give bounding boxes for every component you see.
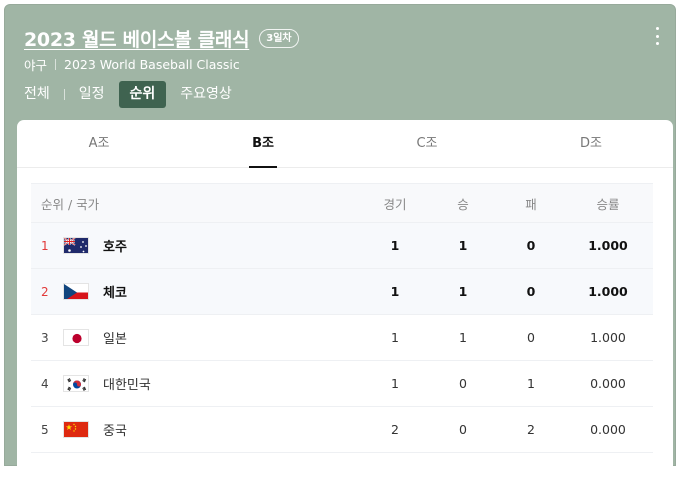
rank: 1 bbox=[41, 238, 49, 253]
rate-value: 1.000 bbox=[590, 330, 626, 345]
header-losses: 패 bbox=[525, 196, 537, 212]
subtitle: 야구 2023 World Baseball Classic bbox=[24, 55, 240, 74]
games-value: 1 bbox=[390, 284, 400, 299]
games-value: 1 bbox=[391, 376, 399, 391]
team-name: 중국 bbox=[103, 424, 127, 439]
losses-value: 1 bbox=[527, 376, 535, 391]
rank: 5 bbox=[41, 422, 49, 437]
table-row[interactable]: 2 체코 1 1 0 1.000 bbox=[31, 269, 653, 315]
losses-value: 0 bbox=[527, 330, 535, 345]
header-wins: 승 bbox=[457, 196, 469, 212]
wins-value: 1 bbox=[459, 330, 467, 345]
losses-value: 0 bbox=[526, 284, 536, 299]
table-row[interactable]: 4 대한민국 1 0 1 0.000 bbox=[31, 361, 653, 407]
page-title[interactable]: 2023 월드 베이스볼 클래식 bbox=[24, 25, 250, 52]
tab-group-b[interactable]: B조 bbox=[181, 120, 345, 168]
rate-value: 0.000 bbox=[590, 376, 626, 391]
team-name: 대한민국 bbox=[103, 378, 151, 393]
losses-value: 2 bbox=[527, 422, 535, 437]
nav-highlights[interactable]: 주요영상 bbox=[180, 81, 232, 108]
rate-value: 1.000 bbox=[588, 238, 628, 253]
table-row[interactable]: 1 호주 1 1 0 1.000 bbox=[31, 223, 653, 269]
czech-flag-icon bbox=[63, 283, 89, 300]
australia-flag-icon bbox=[63, 237, 89, 254]
games-value: 2 bbox=[391, 422, 399, 437]
table-row[interactable]: 3 일본 1 1 0 1.000 bbox=[31, 315, 653, 361]
rate-value: 0.000 bbox=[590, 422, 626, 437]
standings-panel: A조 B조 C조 D조 순위 / 국가 경기 승 패 승률 1 호주 1 1 0… bbox=[17, 120, 673, 480]
nav-schedule[interactable]: 일정 bbox=[79, 81, 105, 108]
losses-value: 0 bbox=[526, 238, 536, 253]
rate-value: 1.000 bbox=[588, 284, 628, 299]
games-value: 1 bbox=[390, 238, 400, 253]
category-label: 야구 bbox=[24, 58, 48, 73]
divider bbox=[63, 89, 65, 100]
team-name: 일본 bbox=[103, 332, 127, 347]
games-value: 1 bbox=[391, 330, 399, 345]
header-team: 순위 / 국가 bbox=[41, 196, 100, 212]
nav-all[interactable]: 전체 bbox=[24, 81, 50, 108]
tab-group-a[interactable]: A조 bbox=[17, 120, 181, 167]
rank: 4 bbox=[41, 376, 49, 391]
wins-value: 1 bbox=[458, 284, 468, 299]
divider bbox=[55, 59, 57, 70]
english-title: 2023 World Baseball Classic bbox=[64, 57, 240, 72]
wins-value: 0 bbox=[459, 376, 467, 391]
header-games: 경기 bbox=[383, 196, 407, 212]
japan-flag-icon bbox=[63, 329, 89, 346]
header-rate: 승률 bbox=[596, 196, 620, 212]
more-icon[interactable] bbox=[653, 27, 661, 45]
wbc-card: 2023 월드 베이스볼 클래식 3일차 야구 2023 World Baseb… bbox=[4, 4, 676, 480]
korea-flag-icon bbox=[63, 375, 89, 392]
table-header: 순위 / 국가 경기 승 패 승률 bbox=[31, 183, 653, 223]
nav-standings[interactable]: 순위 bbox=[118, 81, 167, 108]
team-name: 호주 bbox=[103, 240, 127, 255]
standings-table: 순위 / 국가 경기 승 패 승률 1 호주 1 1 0 1.000 2 체코 … bbox=[31, 183, 653, 453]
tab-group-c[interactable]: C조 bbox=[345, 120, 509, 167]
wins-value: 0 bbox=[459, 422, 467, 437]
team-name: 체코 bbox=[103, 286, 127, 301]
group-tabs: A조 B조 C조 D조 bbox=[17, 120, 673, 168]
tab-group-d[interactable]: D조 bbox=[509, 120, 673, 167]
title-row: 2023 월드 베이스볼 클래식 3일차 bbox=[24, 25, 299, 52]
day-badge: 3일차 bbox=[259, 29, 299, 48]
wins-value: 1 bbox=[458, 238, 468, 253]
rank: 3 bbox=[41, 330, 49, 345]
table-row[interactable]: 5 중국 2 0 2 0.000 bbox=[31, 407, 653, 453]
rank: 2 bbox=[41, 284, 49, 299]
china-flag-icon bbox=[63, 421, 89, 438]
main-nav: 전체 일정 순위 주요영상 bbox=[24, 81, 232, 108]
